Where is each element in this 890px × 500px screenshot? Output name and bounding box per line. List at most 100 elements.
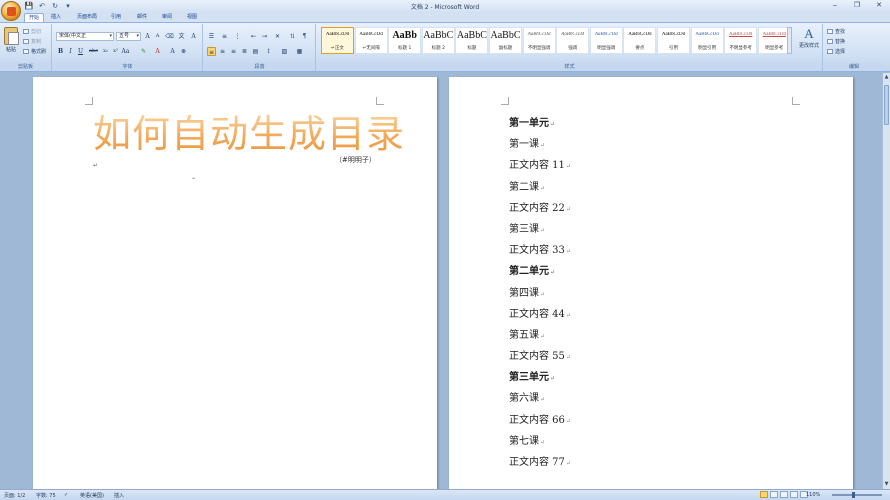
document-paragraph[interactable]: 正文内容 44↵	[509, 304, 809, 325]
chinese-layout-icon[interactable]: ✕	[273, 32, 282, 41]
highlight-icon[interactable]: ✎	[139, 47, 148, 56]
word-count[interactable]: 字数: 75	[36, 492, 56, 499]
document-paragraph[interactable]: 第五课↵	[509, 325, 809, 346]
tab-insert[interactable]: 插入	[47, 13, 65, 22]
phonetic-guide-icon[interactable]: 文	[177, 32, 186, 41]
close-button[interactable]: ✕	[872, 1, 886, 10]
style-item[interactable]: AaBbC 副标题	[489, 27, 522, 54]
scroll-thumb[interactable]	[884, 85, 889, 125]
sort-icon[interactable]: ⇅	[288, 32, 297, 41]
char-shading-icon[interactable]: A	[168, 47, 177, 56]
tab-page-layout[interactable]: 页面布局	[73, 13, 101, 22]
style-gallery-scroll[interactable]	[787, 27, 792, 54]
clear-format-icon[interactable]: ⌫	[165, 32, 174, 41]
grow-font-icon[interactable]: A	[143, 32, 152, 41]
justify-icon[interactable]: ≣	[240, 47, 249, 56]
style-item[interactable]: AaBbCcDd 明显参考	[757, 27, 791, 54]
style-item[interactable]: AaBbCcDd ↵正文	[321, 27, 354, 54]
web-layout-view-icon[interactable]	[780, 491, 788, 498]
maximize-button[interactable]: ❐	[850, 1, 864, 10]
style-item[interactable]: AaBbCcDd 要点	[623, 27, 657, 54]
tab-view[interactable]: 视图	[183, 13, 201, 22]
document-paragraph[interactable]: 第一单元↵	[509, 113, 809, 134]
scroll-down-icon[interactable]: ▼	[883, 481, 890, 488]
italic-icon[interactable]: I	[66, 47, 75, 56]
change-case-icon[interactable]: Aa	[121, 47, 130, 56]
document-paragraph[interactable]: 第二课↵	[509, 177, 809, 198]
zoom-slider-knob[interactable]	[852, 492, 855, 498]
increase-indent-icon[interactable]: ⇥	[260, 32, 269, 41]
document-paragraph[interactable]: 正文内容 55↵	[509, 346, 809, 367]
paste-button[interactable]: 粘贴	[3, 27, 19, 57]
spell-check-icon[interactable]: ✓	[64, 492, 68, 498]
document-page-1[interactable]: 如何自动生成目录 （#明明子） ↵ ⌄	[33, 77, 437, 489]
font-color-icon[interactable]: A	[153, 47, 162, 56]
font-name-combo[interactable]: 宋体(中文正 ▾	[56, 32, 114, 41]
document-paragraph[interactable]: 第六课↵	[509, 388, 809, 409]
bullets-icon[interactable]: ☰	[207, 32, 216, 41]
scroll-up-icon[interactable]: ▲	[883, 74, 890, 81]
document-paragraph[interactable]: 第二单元↵	[509, 261, 809, 282]
align-right-icon[interactable]: ≡	[229, 47, 238, 56]
tab-review[interactable]: 审阅	[158, 13, 176, 22]
style-item[interactable]: AaBbCcDd 明显引用	[690, 27, 724, 54]
document-paragraph[interactable]: 第七课↵	[509, 431, 809, 452]
copy-button[interactable]: 复制	[23, 38, 41, 45]
char-border-icon[interactable]: A	[189, 32, 198, 41]
cut-button[interactable]: 剪切	[23, 28, 41, 35]
underline-icon[interactable]: U	[76, 47, 85, 56]
minimize-button[interactable]: ‒	[828, 1, 842, 10]
align-left-icon[interactable]: ≡	[207, 47, 216, 56]
style-item[interactable]: AaBbC 标题	[455, 27, 489, 54]
show-marks-icon[interactable]: ¶	[300, 32, 309, 41]
document-paragraph[interactable]: 正文内容 66↵	[509, 410, 809, 431]
office-button[interactable]	[1, 1, 21, 21]
document-paragraph[interactable]: 正文内容 33↵	[509, 240, 809, 261]
style-item[interactable]: AaBb 标题 1	[388, 27, 422, 54]
numbering-icon[interactable]: ≡	[220, 32, 229, 41]
zoom-level[interactable]: 110%	[806, 492, 820, 498]
decrease-indent-icon[interactable]: ⇤	[249, 32, 258, 41]
tab-home[interactable]: 开始	[24, 13, 45, 22]
vertical-scrollbar[interactable]: ▲ ▼	[882, 73, 890, 489]
print-layout-view-icon[interactable]	[760, 491, 768, 498]
full-screen-view-icon[interactable]	[770, 491, 778, 498]
zoom-slider[interactable]	[832, 492, 882, 498]
style-item[interactable]: AaBbCcDd 明显强调	[589, 27, 623, 54]
tab-mailings[interactable]: 邮件	[133, 13, 151, 22]
borders-icon[interactable]: ▦	[295, 47, 304, 56]
shrink-font-icon[interactable]: A	[153, 32, 162, 41]
document-paragraph[interactable]: 正文内容 11↵	[509, 155, 809, 176]
document-paragraph[interactable]: 第三单元↵	[509, 367, 809, 388]
insert-mode-indicator[interactable]: 插入	[114, 492, 124, 499]
document-paragraph[interactable]: 第一课↵	[509, 134, 809, 155]
chevron-down-icon[interactable]: ▾	[109, 33, 112, 40]
document-page-2[interactable]: 第一单元↵ 第一课↵ 正文内容 11↵ 第二课↵ 正文内容 22↵ 第三课↵ 正文内容 33…	[449, 77, 853, 489]
find-button[interactable]: 查找	[827, 28, 845, 35]
document-paragraph[interactable]: 正文内容 22↵	[509, 198, 809, 219]
wordart-title[interactable]: 如何自动生成目录	[93, 112, 405, 156]
style-item[interactable]: AaBbCcDd 不明显强调	[522, 27, 556, 54]
font-size-combo[interactable]: 五号 ▾	[116, 32, 141, 41]
enclose-char-icon[interactable]: ⊛	[179, 47, 188, 56]
change-styles-button[interactable]: A 更改样式	[796, 27, 822, 57]
bold-icon[interactable]: B	[56, 47, 65, 56]
line-spacing-icon[interactable]: ↕	[264, 47, 273, 56]
style-item[interactable]: AaBbCcDd 引用	[657, 27, 690, 54]
select-button[interactable]: 选择	[827, 48, 845, 55]
style-item[interactable]: AaBbC 标题 2	[421, 27, 455, 54]
superscript-icon[interactable]: x²	[111, 47, 120, 56]
replace-button[interactable]: 替换	[827, 38, 845, 45]
align-center-icon[interactable]: ≡	[218, 47, 227, 56]
style-item[interactable]: AaBbCcDd ↵无间隔	[354, 27, 388, 54]
style-item[interactable]: AaBbCcDd 不明显参考	[724, 27, 758, 54]
chevron-down-icon[interactable]: ▾	[136, 33, 139, 40]
strikethrough-icon[interactable]: abc	[89, 47, 98, 56]
style-item[interactable]: AaBbCcDd 强调	[556, 27, 590, 54]
subscript-icon[interactable]: x₂	[101, 47, 110, 56]
distribute-icon[interactable]: ▤	[251, 47, 260, 56]
format-painter-button[interactable]: 格式刷	[23, 48, 46, 55]
multilevel-list-icon[interactable]: ⋮	[233, 32, 242, 41]
document-paragraph[interactable]: 第四课↵	[509, 283, 809, 304]
shading-icon[interactable]: ▨	[280, 47, 289, 56]
